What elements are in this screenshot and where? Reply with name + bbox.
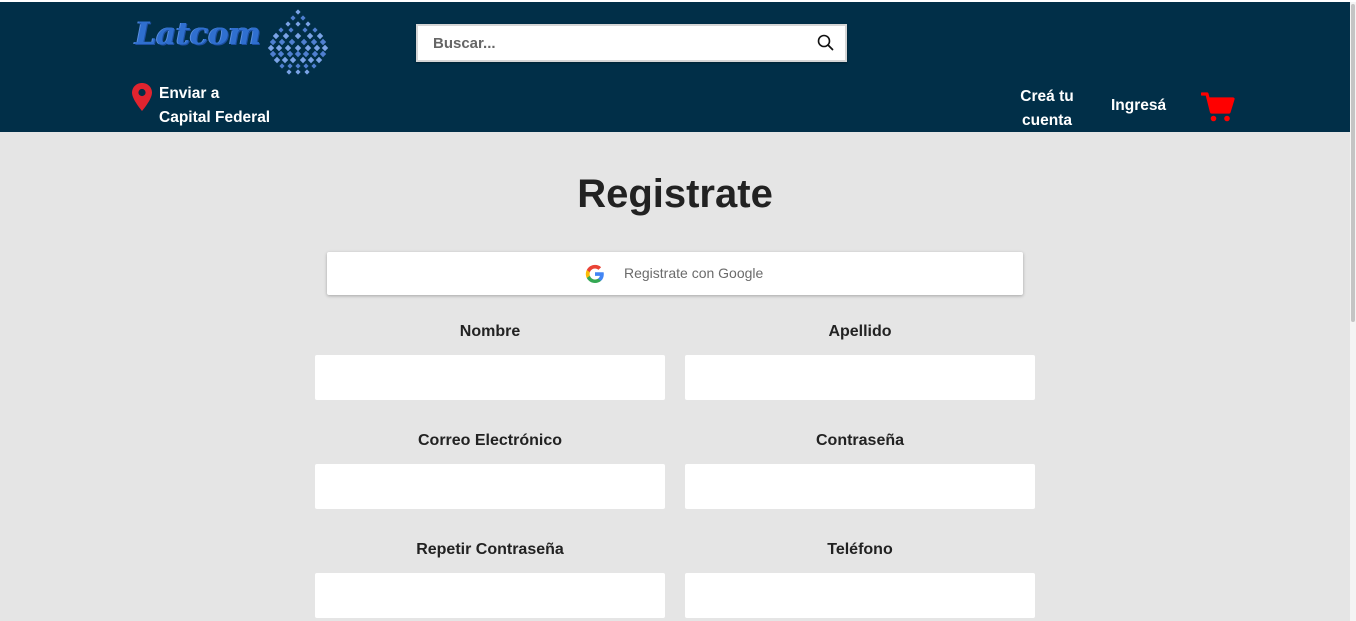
search-button[interactable]	[815, 32, 837, 54]
scrollbar-thumb[interactable]	[1351, 4, 1355, 322]
logo-diamond	[302, 50, 310, 58]
logo-diamond	[295, 69, 301, 75]
page-title: Registrate	[577, 172, 773, 216]
cart-button[interactable]	[1200, 91, 1235, 128]
logo-diamond	[281, 56, 289, 64]
logo-diamond	[278, 27, 284, 33]
phone-field[interactable]	[685, 573, 1035, 618]
site-logo[interactable]: Latcom	[135, 6, 335, 78]
logo-diamond	[278, 38, 286, 46]
search-box	[416, 24, 847, 62]
login-link[interactable]: Ingresá	[1111, 97, 1166, 115]
logo-diamond	[288, 27, 294, 33]
email-label: Correo Electrónico	[417, 432, 563, 449]
logo-diamond	[288, 38, 296, 46]
logo-diamond	[311, 50, 319, 58]
logo-diamond	[294, 50, 302, 58]
repeat-password-label: Repetir Contraseña	[416, 541, 564, 558]
password-label: Contraseña	[815, 432, 905, 449]
logo-diamond	[269, 50, 277, 58]
logo-diamond	[290, 15, 296, 21]
logo-diamond	[316, 32, 324, 40]
password-field[interactable]	[685, 464, 1035, 509]
logo-diamond	[287, 63, 293, 69]
location-label: Enviar a	[159, 85, 220, 102]
logo-diamond	[319, 38, 327, 46]
logo-diamond	[295, 9, 301, 15]
logo-diamond	[289, 56, 297, 64]
logo-wordmark: Latcom	[135, 16, 261, 52]
repeat-password-field[interactable]	[315, 573, 665, 618]
google-signup-label: Registrate con Google	[624, 265, 764, 281]
logo-diamond	[277, 50, 285, 58]
logo-diamond	[279, 63, 285, 69]
logo-diamond	[295, 21, 301, 27]
logo-diamond	[307, 56, 315, 64]
logo-diamond	[267, 44, 275, 52]
create-account-link[interactable]: Creá tu cuenta	[1010, 85, 1084, 133]
logo-diamond	[304, 44, 312, 52]
logo-diamond	[286, 50, 294, 58]
logo-diamond	[272, 32, 280, 40]
logo-diamond	[315, 56, 323, 64]
logo-diamond	[304, 69, 310, 75]
logo-diamond	[302, 27, 308, 33]
search-icon	[817, 34, 834, 51]
logo-diamond	[286, 69, 292, 75]
logo-diamond	[310, 38, 318, 46]
logo-diamond	[273, 56, 281, 64]
shopping-cart-icon	[1200, 92, 1235, 122]
logo-diamond	[303, 63, 309, 69]
logo-diamond	[285, 21, 291, 27]
logo-diamond	[299, 56, 307, 64]
email-field[interactable]	[315, 464, 665, 509]
logo-diamond	[306, 32, 314, 40]
logo-diamond	[294, 32, 302, 40]
logo-diamond	[284, 44, 292, 52]
google-g-icon	[585, 264, 604, 283]
first-name-field[interactable]	[315, 355, 665, 400]
search-input[interactable]	[418, 26, 798, 60]
logo-diamond	[305, 21, 311, 27]
diamond-grid-logo-icon	[267, 9, 329, 75]
google-signup-button[interactable]: Registrate con Google	[327, 252, 1023, 295]
logo-diamond	[300, 38, 308, 46]
logo-diamond	[295, 63, 301, 69]
create-account-line2: cuenta	[1022, 112, 1072, 129]
phone-label: Teléfono	[827, 541, 893, 558]
logo-diamond	[300, 15, 306, 21]
location-pin-icon	[132, 83, 152, 111]
logo-diamond	[312, 27, 318, 33]
last-name-label: Apellido	[828, 323, 892, 340]
logo-diamond	[313, 44, 321, 52]
last-name-field[interactable]	[685, 355, 1035, 400]
logo-diamond	[319, 50, 327, 58]
logo-diamond	[321, 44, 329, 52]
logo-diamond	[282, 32, 290, 40]
logo-diamond	[275, 44, 283, 52]
create-account-line1: Creá tu	[1020, 88, 1074, 105]
location-value: Capital Federal	[159, 109, 271, 126]
site-header: Latcom Enviar a Capital Federal Creá tu …	[0, 2, 1350, 132]
logo-diamond	[311, 63, 317, 69]
logo-diamond	[294, 44, 302, 52]
logo-diamond	[269, 38, 277, 46]
first-name-label: Nombre	[459, 323, 521, 340]
